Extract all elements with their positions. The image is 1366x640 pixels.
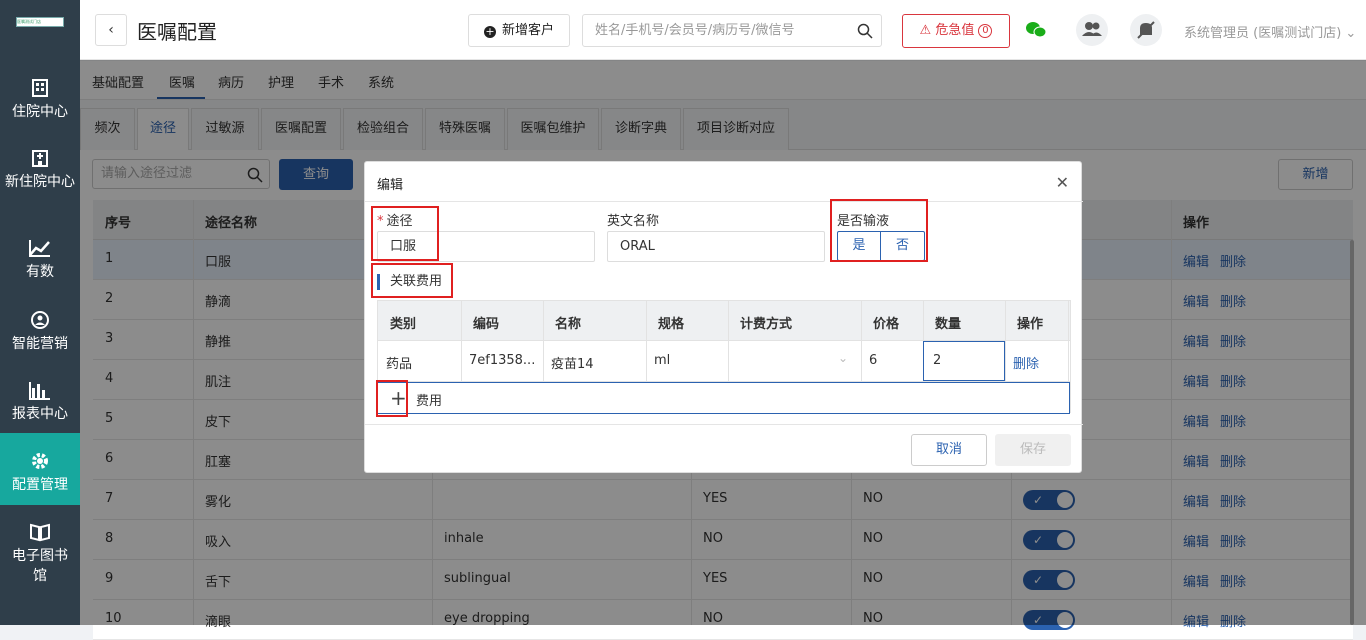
grid-divider — [543, 301, 544, 381]
grid-col-qty: 数量 — [935, 317, 962, 332]
section-title: 关联费用 — [377, 274, 442, 290]
grid-divider — [1068, 301, 1069, 381]
sidebar-item-data[interactable]: 有数 — [0, 238, 80, 288]
required-mark: * — [377, 214, 384, 229]
wechat-icon[interactable] — [1025, 21, 1047, 39]
logo: 医嘱测试门店 — [16, 17, 64, 27]
user-menu[interactable]: 系统管理员 (医嘱测试门店) ⌄ — [1184, 22, 1356, 41]
cancel-button[interactable]: 取消 — [911, 434, 987, 466]
infusion-label: 是否输液 — [837, 214, 890, 229]
sidebar-item-label: 电子图书馆 — [12, 548, 68, 584]
sidebar-item-label: 有数 — [26, 264, 54, 280]
sidebar-item-config[interactable]: 配置管理 — [0, 433, 80, 505]
sidebar-item-reports[interactable]: 报表中心 — [0, 380, 80, 430]
sidebar-item-label: 住院中心 — [12, 104, 68, 120]
route-input[interactable]: 口服 — [377, 231, 595, 262]
infusion-no-button[interactable]: 否 — [880, 231, 925, 261]
grid-cell-spec: ml — [654, 353, 671, 368]
grid-divider — [728, 301, 729, 381]
close-icon[interactable]: ✕ — [1056, 173, 1069, 192]
english-name-input[interactable]: ORAL — [607, 231, 825, 262]
users-icon[interactable] — [1076, 14, 1108, 46]
critical-value-button[interactable]: ⚠ 危急值 0 — [902, 14, 1010, 48]
grid-col-spec: 规格 — [658, 317, 685, 332]
add-fee-row[interactable]: + 费用 — [377, 382, 1070, 414]
fee-grid-header: 类别 编码 名称 规格 计费方式 价格 数量 操作 — [378, 301, 1070, 341]
modal-title: 编辑 — [377, 178, 404, 193]
quantity-input[interactable]: 2 — [923, 341, 1005, 381]
alarm-icon: ⚠ — [919, 23, 932, 38]
save-button[interactable]: 保存 — [995, 434, 1071, 466]
chevron-down-icon: ⌄ — [838, 351, 849, 365]
grid-delete-link[interactable]: 删除 — [1013, 353, 1039, 372]
quantity-value: 2 — [933, 353, 942, 368]
grid-divider — [646, 301, 647, 381]
sidebar: 医嘱测试门店 住院中心 新住院中心 有数 智能营销 报表中心 配置管理 电子图书… — [0, 0, 80, 625]
bell-off-icon[interactable] — [1130, 14, 1162, 46]
sidebar-item-label: 报表中心 — [12, 406, 68, 422]
grid-cell-category: 药品 — [386, 357, 413, 372]
infusion-yes-button[interactable]: 是 — [837, 231, 881, 261]
english-name-label: 英文名称 — [607, 214, 660, 229]
critical-count: 0 — [978, 24, 993, 38]
grid-col-billing: 计费方式 — [740, 317, 793, 332]
grid-divider — [1005, 301, 1006, 381]
grid-divider — [461, 301, 462, 381]
search-placeholder: 姓名/手机号/会员号/病历号/微信号 — [595, 23, 795, 38]
search-input[interactable]: 姓名/手机号/会员号/病历号/微信号 — [582, 14, 882, 47]
critical-label: 危急值 — [935, 23, 975, 38]
page-title: 医嘱配置 — [137, 20, 217, 44]
grid-col-name: 名称 — [555, 317, 582, 332]
new-customer-label: 新增客户 — [501, 23, 554, 38]
book-icon — [30, 523, 50, 542]
chevron-left-icon: ‹ — [108, 22, 114, 38]
sidebar-item-label: 智能营销 — [12, 336, 68, 352]
gear-icon — [32, 453, 48, 469]
sidebar-item-label: 配置管理 — [12, 477, 68, 493]
route-label: * 途径 — [377, 210, 413, 229]
building-icon — [32, 79, 48, 97]
sidebar-item-new-inpatient[interactable]: 新住院中心 — [0, 148, 80, 214]
marketing-icon — [31, 311, 49, 329]
hospital-icon — [32, 150, 48, 167]
user-name: 系统管理员 (医嘱测试门店) — [1184, 26, 1342, 41]
grid-col-category: 类别 — [390, 317, 417, 332]
sidebar-item-label: 新住院中心 — [5, 174, 75, 190]
trend-chart-icon — [29, 240, 50, 257]
grid-cell-code: 7ef1358... — [469, 353, 536, 368]
plus-icon[interactable]: + — [390, 385, 407, 411]
grid-cell-name: 疫苗14 — [551, 357, 594, 372]
chevron-down-icon: ⌄ — [1345, 26, 1357, 41]
edit-modal: 编辑 ✕ * 途径 口服 英文名称 ORAL 是否输液 是 否 关联费用 类别 编… — [364, 161, 1083, 473]
back-button[interactable]: ‹ — [95, 14, 127, 46]
modal-divider — [365, 201, 1083, 202]
bar-chart-icon — [29, 382, 50, 400]
grid-col-price: 价格 — [873, 317, 900, 332]
sidebar-item-marketing[interactable]: 智能营销 — [0, 310, 80, 360]
grid-cell-price: 6 — [869, 353, 878, 368]
plus-circle-icon: + — [483, 25, 496, 38]
grid-col-code: 编码 — [473, 317, 500, 332]
search-icon[interactable] — [857, 23, 873, 39]
grid-col-op: 操作 — [1017, 317, 1044, 332]
grid-divider — [861, 301, 862, 381]
sidebar-item-library[interactable]: 电子图书馆 — [0, 522, 80, 588]
add-fee-label: 费用 — [416, 394, 443, 409]
route-label-text: 途径 — [386, 214, 413, 229]
topbar: ‹ 医嘱配置 + 新增客户 姓名/手机号/会员号/病历号/微信号 ⚠ 危急值 0 … — [80, 0, 1366, 60]
sidebar-item-inpatient[interactable]: 住院中心 — [0, 78, 80, 128]
new-customer-button[interactable]: + 新增客户 — [468, 14, 570, 47]
